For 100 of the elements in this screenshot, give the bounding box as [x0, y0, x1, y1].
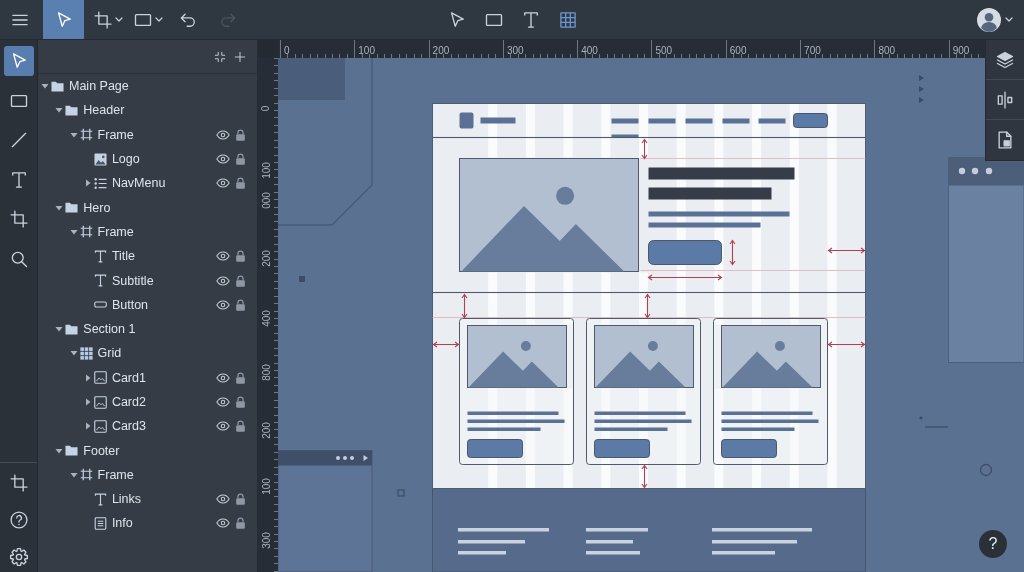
ruler-label: 100: [259, 477, 273, 495]
eye-icon[interactable]: [216, 176, 230, 191]
frame-icon: [79, 128, 93, 142]
circle-icon: [979, 463, 993, 477]
column-gutter: [563, 272, 573, 325]
layer-name[interactable]: Section 1: [83, 322, 136, 337]
eye-icon[interactable]: [216, 273, 230, 288]
lock-icon[interactable]: [235, 371, 246, 384]
settings-icon: [8, 547, 29, 567]
eye-icon[interactable]: [216, 249, 230, 264]
layer-name[interactable]: NavMenu: [111, 176, 166, 191]
eye-icon[interactable]: [216, 419, 230, 434]
column-gutter: [563, 104, 573, 158]
layer-name[interactable]: Title: [111, 249, 136, 264]
text-icon: [93, 274, 107, 287]
layer-name[interactable]: Header: [83, 103, 125, 118]
help-icon: [8, 510, 29, 530]
folder-icon: [51, 79, 64, 93]
layer-name[interactable]: Footer: [83, 443, 120, 458]
spacing-arrow: [641, 464, 648, 489]
spacing-arrow: [641, 138, 648, 160]
lock-icon[interactable]: [235, 128, 246, 141]
layer-name[interactable]: Hero: [83, 200, 111, 215]
nav-link-placeholder: [611, 118, 639, 124]
ruler-label: 100: [259, 161, 273, 179]
background-shape: [278, 58, 345, 100]
ruler-label: 600: [729, 45, 747, 56]
text-icon: [93, 492, 107, 506]
eye-icon[interactable]: [216, 516, 230, 531]
ruler-label: 300: [259, 531, 273, 549]
nav-link-placeholder: [722, 118, 750, 124]
lock-icon[interactable]: [235, 396, 246, 408]
layer-name[interactable]: Frame: [97, 224, 134, 239]
image-icon: [93, 419, 107, 433]
layer-name[interactable]: Frame: [97, 127, 134, 142]
lock-icon[interactable]: [235, 250, 246, 263]
folder-icon: [65, 444, 79, 458]
nav-link-placeholder: [758, 118, 786, 124]
layer-name[interactable]: Card1: [111, 370, 146, 385]
document-icon: [93, 517, 107, 530]
crop-icon: [93, 9, 113, 30]
footer-link-placeholder: [458, 540, 525, 544]
select-button[interactable]: [3, 46, 34, 76]
eye-icon[interactable]: [216, 370, 230, 385]
footer-link-placeholder: [586, 551, 640, 555]
image-icon: [93, 371, 107, 385]
ruler-label: 400: [259, 309, 273, 327]
layer-name[interactable]: Grid: [97, 346, 122, 361]
plus-icon: [233, 49, 247, 64]
ruler-label: 0: [284, 45, 290, 56]
align-icon: [995, 89, 1015, 110]
layer-name[interactable]: Links: [111, 492, 142, 507]
nav-link-placeholder: [648, 118, 676, 124]
lock-icon[interactable]: [235, 153, 246, 166]
layer-name[interactable]: Main Page: [69, 79, 129, 94]
spacing-arrow: [644, 293, 651, 319]
layer-name[interactable]: Button: [111, 297, 149, 312]
ruler-label: 200: [432, 45, 450, 56]
ruler-label: 900: [952, 45, 970, 56]
eye-icon[interactable]: [216, 492, 230, 507]
layers-icon: [995, 49, 1015, 70]
ruler-label: 700: [804, 45, 821, 56]
ruler-label: 200: [259, 421, 273, 439]
square-icon: [299, 276, 305, 282]
lock-icon[interactable]: [235, 517, 246, 530]
layer-name[interactable]: Logo: [111, 152, 140, 167]
eye-icon[interactable]: [216, 127, 230, 142]
ruler-label: 300: [506, 45, 524, 56]
layer-name[interactable]: Frame: [97, 467, 134, 482]
eye-icon[interactable]: [216, 152, 230, 167]
layer-name[interactable]: Card2: [111, 395, 146, 409]
lock-icon[interactable]: [235, 177, 246, 190]
spacing-arrow: [432, 341, 460, 348]
spacing-arrow: [461, 293, 468, 319]
column-gutter: [601, 104, 611, 158]
folder-icon: [65, 322, 79, 336]
column-gutter: [639, 104, 648, 158]
collapse-icon: [213, 49, 227, 64]
footer-link-placeholder: [458, 551, 506, 555]
button-placeholder: [467, 439, 523, 458]
ruler-label: 100: [358, 45, 375, 56]
eye-icon[interactable]: [216, 297, 230, 312]
eye-icon[interactable]: [216, 395, 230, 409]
lock-icon[interactable]: [235, 274, 246, 287]
layer-name[interactable]: Info: [111, 516, 133, 531]
frame-icon: [79, 468, 93, 482]
spacing-arrow: [827, 247, 866, 254]
spacing-arrow: [729, 239, 736, 266]
footer-link-placeholder: [586, 528, 648, 532]
lock-icon[interactable]: [235, 298, 246, 311]
crop-icon: [8, 473, 29, 493]
help-button[interactable]: ?: [979, 530, 1007, 558]
layer-name[interactable]: Card3: [111, 419, 146, 434]
site-name-placeholder: [480, 117, 516, 124]
layer-name[interactable]: Subtitle: [111, 273, 154, 288]
column-gutter: [488, 272, 498, 325]
ruler-label: 800: [878, 45, 896, 56]
lock-icon[interactable]: [235, 420, 246, 433]
lock-icon[interactable]: [235, 493, 246, 506]
spacing-arrow: [827, 341, 866, 348]
